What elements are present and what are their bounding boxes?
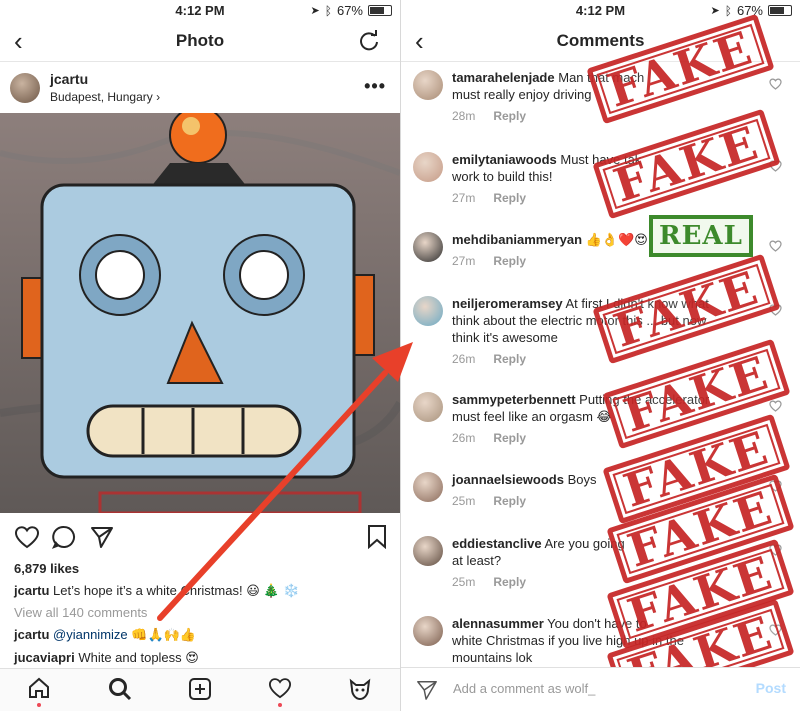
comments-screen: 4:12 PM ➤ ᛒ 67% ‹ Comments tamarahelenja… [401,0,800,711]
notification-dot [37,703,41,707]
post-button[interactable]: Post [756,680,786,696]
reply-button[interactable]: Reply [493,191,526,205]
comment-line: mountains lok [452,650,533,665]
real-stamp: REAL [649,215,753,257]
comment-text: White and topless 😍 [78,650,199,665]
tab-bar [0,668,400,711]
reply-button[interactable]: Reply [493,494,526,508]
reply-button[interactable]: Reply [493,575,526,589]
bluetooth-icon: ᛒ [724,3,732,18]
comment-like-icon[interactable] [769,400,782,412]
refresh-icon[interactable] [358,30,380,52]
comment-meta: 25m Reply [452,575,526,589]
comment-icon[interactable] [52,525,76,549]
avatar[interactable] [413,392,443,422]
comment-time: 28m [452,109,476,123]
reply-button[interactable]: Reply [493,109,526,123]
post-comment: jcartu @yiannimize 👊🙏🙌👍 [14,627,196,643]
comment-like-icon[interactable] [769,240,782,252]
comment-meta: 26m Reply [452,352,526,366]
caption: jcartu Let’s hope it’s a white Christmas… [14,583,299,599]
avatar[interactable] [413,616,443,646]
view-all-comments-link[interactable]: View all 140 comments [14,605,147,620]
like-heart-icon[interactable] [14,525,40,549]
avatar[interactable] [413,152,443,182]
comment-username[interactable]: tamarahelenjade [452,70,555,85]
direct-send-icon[interactable] [415,679,439,701]
reply-button[interactable]: Reply [493,254,526,268]
nav-bar: ‹ Photo [0,22,400,62]
comment-username[interactable]: jucaviapri [14,650,75,665]
caption-username[interactable]: jcartu [14,583,49,598]
comment-text: @yiannimize 👊🙏🙌👍 [53,627,196,642]
add-comment-input[interactable]: Add a comment as wolf_ [453,681,595,696]
profile-icon[interactable] [348,677,372,701]
post-header: jcartu Budapest, Hungary › ••• [0,66,400,112]
share-icon[interactable] [90,525,114,549]
comment-time: 25m [452,494,476,508]
caption-text: Let’s hope it’s a white Christmas! 😃 🎄 ❄… [53,583,300,598]
robot-illustration [0,113,400,513]
status-bar: 4:12 PM ➤ ᛒ 67% [401,0,800,20]
page-title: Photo [175,31,225,50]
battery-icon [368,5,392,16]
avatar[interactable] [413,296,443,326]
likes-count[interactable]: 6,879 likes [14,561,79,576]
status-bar: 4:12 PM ➤ ᛒ 67% [0,0,400,20]
location-icon: ➤ [710,5,720,17]
comment-meta: 25m Reply [452,494,526,508]
comment-username[interactable]: sammypeterbennett [452,392,576,407]
avatar[interactable] [413,472,443,502]
comment-line: work to build this! [452,169,553,184]
post-comment: jucaviapri White and topless 😍 [14,650,199,666]
comment-time: 27m [452,254,476,268]
comment-username[interactable]: alennasummer [452,616,544,631]
comment-time: 26m [452,352,476,366]
post-photo[interactable] [0,113,400,513]
bookmark-icon[interactable] [368,525,386,549]
home-icon[interactable] [28,677,50,699]
comment-username[interactable]: mehdibaniammeryan [452,232,582,247]
comment-like-icon[interactable] [769,78,782,90]
comment-line: at least? [452,553,502,568]
search-icon[interactable] [108,677,132,701]
comment-time: 27m [452,191,476,205]
post-username[interactable]: jcartu [50,71,88,87]
post-actions [0,523,400,553]
battery-percent: 67% [336,3,363,18]
comment-line: think it's awesome [452,330,558,345]
comment-username[interactable]: eddiestanclive [452,536,542,551]
comment-meta: 27m Reply [452,254,526,268]
comment-meta: 26m Reply [452,431,526,445]
avatar[interactable] [413,70,443,100]
bluetooth-icon: ᛒ [324,3,332,18]
comment-time: 25m [452,575,476,589]
avatar[interactable] [10,73,40,103]
location-icon: ➤ [310,5,320,17]
comment-username[interactable]: emilytaniawoods [452,152,557,167]
comment-meta: 27m Reply [452,191,526,205]
battery-icon [768,5,792,16]
reply-button[interactable]: Reply [493,352,526,366]
comment-line: must feel like an orgasm 😂 [452,409,612,424]
post-location[interactable]: Budapest, Hungary › [50,90,160,104]
comment-username[interactable]: jcartu [14,627,49,642]
add-icon[interactable] [188,677,212,701]
notification-dot [278,703,282,707]
comment-line: Boys [567,472,597,487]
photo-screen: 4:12 PM ➤ ᛒ 67% ‹ Photo jcartu Budapest,… [0,0,400,711]
comment-username[interactable]: joannaelsiewoods [452,472,564,487]
more-options-icon[interactable]: ••• [364,76,386,97]
comment-time: 26m [452,431,476,445]
reply-button[interactable]: Reply [493,431,526,445]
comment-username[interactable]: neiljeromeramsey [452,296,563,311]
avatar[interactable] [413,232,443,262]
comment-line: must really enjoy driving [452,87,592,102]
avatar[interactable] [413,536,443,566]
comment-line: 👍👌❤️😍 [585,232,648,247]
add-comment-bar: Add a comment as wolf_ Post [401,667,800,711]
heart-icon[interactable] [268,677,292,699]
comment-meta: 28m Reply [452,109,526,123]
